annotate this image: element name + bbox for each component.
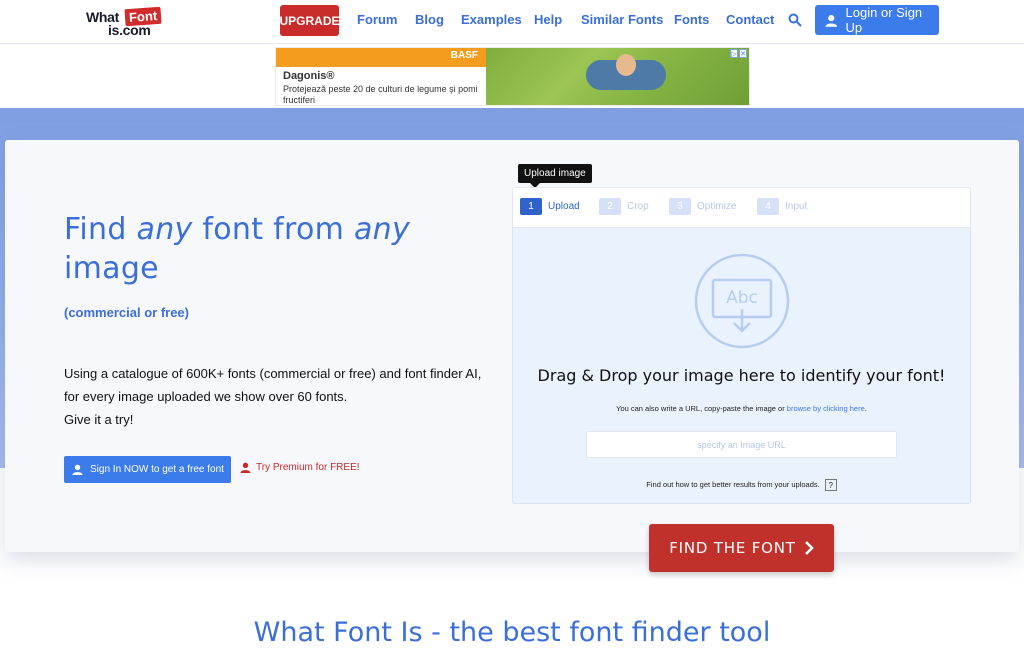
drop-hint-end: . [864, 404, 867, 413]
nav-link-blog[interactable]: Blog [415, 12, 444, 27]
user-icon [72, 464, 83, 475]
search-icon[interactable] [788, 13, 802, 27]
upload-icon-text: Abc [726, 288, 758, 308]
nav-link-contact[interactable]: Contact [726, 12, 774, 27]
ad-info-icon[interactable]: ▷ [730, 49, 738, 58]
hero-title-emphasis: any [136, 212, 193, 247]
ad-person-head [616, 54, 636, 76]
hero-title-part: image [64, 251, 159, 286]
hero-description-line: for every image uploaded we show over 60… [64, 389, 348, 404]
drop-hint-text: You can also write a URL, copy-paste the… [616, 404, 787, 413]
step-label: Upload [548, 201, 580, 212]
tips-text: Find out how to get better results from … [646, 479, 820, 489]
hero-title-emphasis: any [354, 212, 411, 247]
nav-link-fonts[interactable]: Fonts [674, 12, 709, 27]
hero-description-line: Using a catalogue of 600K+ fonts (commer… [64, 366, 482, 381]
nav-link-forum[interactable]: Forum [357, 12, 397, 27]
step-number: 1 [520, 198, 542, 215]
ad-orange-bar: BASF [276, 48, 486, 67]
step-number: 2 [599, 198, 621, 215]
user-icon [240, 462, 251, 473]
signin-label: Sign In NOW to get a free font [90, 464, 224, 475]
image-url-input[interactable] [586, 431, 897, 458]
ad-brand: BASF [450, 50, 478, 61]
login-label: Login or Sign Up [845, 5, 923, 35]
try-premium-link[interactable]: Try Premium for FREE! [240, 462, 360, 473]
hero-title-part: Find [64, 212, 137, 247]
hero-description: Using a catalogue of 600K+ fonts (commer… [64, 362, 504, 431]
find-button-label: FIND THE FONT [669, 539, 796, 557]
chevron-right-icon [804, 541, 814, 555]
browse-link[interactable]: browse by clicking here [787, 404, 865, 413]
upload-steps: 1 Upload 2 Crop 3 Optimize 4 Input [512, 187, 971, 227]
hero-title-part: font from [192, 212, 354, 247]
hero-description-line: Give it a try! [64, 412, 134, 427]
step-number: 4 [757, 198, 779, 215]
ad-image [486, 48, 749, 105]
upload-image-icon[interactable]: Abc [694, 253, 790, 349]
premium-label: Try Premium for FREE! [256, 462, 360, 473]
step-upload[interactable]: 1 Upload [520, 198, 580, 215]
ad-banner[interactable]: BASF Dagonis® Protejează peste 20 de cul… [275, 47, 750, 106]
drop-zone-title: Drag & Drop your image here to identify … [537, 366, 946, 385]
help-icon[interactable]: ? [824, 479, 837, 491]
ad-title: Dagonis® [283, 70, 335, 82]
upload-tooltip: Upload image [518, 164, 592, 188]
ad-controls: ▷ ✕ [730, 49, 748, 58]
step-number: 3 [669, 198, 691, 215]
user-icon [825, 14, 838, 27]
drop-zone-hint: You can also write a URL, copy-paste the… [512, 404, 971, 413]
ad-close-icon[interactable]: ✕ [739, 49, 747, 58]
signin-free-font-button[interactable]: Sign In NOW to get a free font [64, 456, 231, 483]
nav-link-examples[interactable]: Examples [461, 12, 522, 27]
section-title: What Font Is - the best font finder tool [253, 617, 771, 648]
step-crop[interactable]: 2 Crop [599, 198, 649, 215]
step-label: Optimize [697, 201, 737, 212]
login-signup-button[interactable]: Login or Sign Up [815, 5, 939, 35]
top-navbar: What Font is.com UPGRADE Forum Blog Exam… [0, 0, 1024, 44]
nav-link-similar-fonts[interactable]: Similar Fonts [581, 12, 663, 27]
step-optimize[interactable]: 3 Optimize [669, 198, 736, 215]
step-label: Input [785, 201, 808, 212]
hero-subtitle: (commercial or free) [64, 305, 189, 320]
ad-text-panel: BASF Dagonis® Protejează peste 20 de cul… [276, 48, 486, 105]
step-label: Crop [627, 201, 649, 212]
find-the-font-button[interactable]: FIND THE FONT [649, 524, 834, 572]
nav-link-help[interactable]: Help [534, 12, 562, 27]
step-input[interactable]: 4 Input [757, 198, 807, 215]
upgrade-button[interactable]: UPGRADE [280, 5, 340, 36]
logo-word-iscom: is.com [108, 22, 151, 38]
site-logo[interactable]: What Font is.com [86, 6, 164, 38]
hero-title: Find any font from any image [64, 210, 494, 288]
upload-tips: Find out how to get better results from … [512, 479, 971, 491]
ad-description: Protejează peste 20 de culturi de legume… [283, 84, 478, 105]
